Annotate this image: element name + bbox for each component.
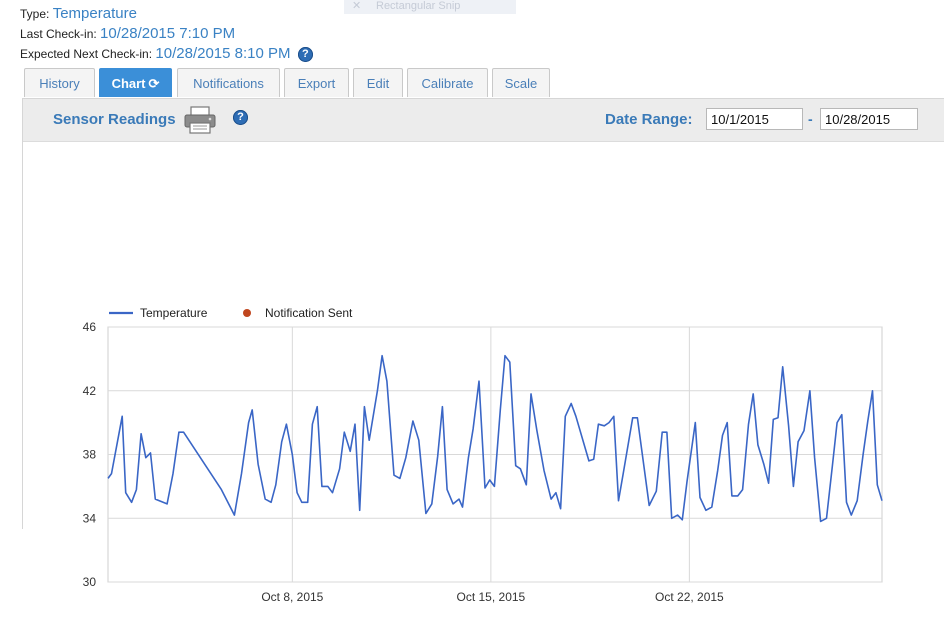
date-range-separator: - <box>808 111 813 127</box>
date-range-label: Date Range: <box>605 111 693 128</box>
x-tick-label: Oct 8, 2015 <box>261 590 323 604</box>
next-checkin-value: 10/28/2015 8:10 PM <box>155 45 291 62</box>
y-tick-label: 34 <box>83 511 97 525</box>
tab-scale-label: Scale <box>504 76 538 91</box>
last-checkin-row: Last Check-in: 10/28/2015 7:10 PM <box>20 24 313 44</box>
printer-icon[interactable] <box>183 105 217 135</box>
snip-close-icon: ✕ <box>352 0 362 12</box>
y-tick-label: 38 <box>83 448 97 462</box>
tab-calibrate-label: Calibrate <box>421 76 474 91</box>
tab-calibrate[interactable]: Calibrate <box>407 68 488 97</box>
date-from-input[interactable] <box>706 108 803 130</box>
help-icon[interactable]: ? <box>297 47 313 62</box>
legend-temperature-label: Temperature <box>140 306 208 320</box>
next-checkin-row: Expected Next Check-in: 10/28/2015 8:10 … <box>20 44 313 64</box>
x-tick-label: Oct 22, 2015 <box>655 590 724 604</box>
x-tick-label: Oct 15, 2015 <box>457 590 526 604</box>
refresh-icon[interactable]: ⟳ <box>149 76 160 91</box>
panel-header: Sensor Readings ? Date Range: - <box>23 99 944 142</box>
chart-panel: Sensor Readings ? Date Range: - 30 34 38 42… <box>22 98 944 604</box>
y-tick-label: 42 <box>83 384 97 398</box>
snip-label: Rectangular Snip <box>376 0 461 12</box>
tab-edit[interactable]: Edit <box>353 68 403 97</box>
tab-edit-label: Edit <box>366 76 390 91</box>
tab-history[interactable]: History <box>24 68 95 97</box>
tab-history-label: History <box>39 76 80 91</box>
sensor-type-value: Temperature <box>52 5 137 22</box>
legend-notification-swatch <box>243 309 251 317</box>
sensor-type-label: Type: <box>20 7 50 21</box>
last-checkin-value: 10/28/2015 7:10 PM <box>100 25 236 42</box>
tab-notifications-label: Notifications <box>193 76 264 91</box>
panel-title: Sensor Readings <box>53 111 176 128</box>
last-checkin-label: Last Check-in: <box>20 27 97 41</box>
sensor-type-row: Type: Temperature <box>20 4 313 24</box>
tab-notifications[interactable]: Notifications <box>177 68 280 97</box>
next-checkin-label: Expected Next Check-in: <box>20 47 153 61</box>
y-tick-label: 46 <box>83 320 97 334</box>
tab-scale[interactable]: Scale <box>492 68 550 97</box>
legend-notification-label: Notification Sent <box>265 306 353 320</box>
snipping-tool-overlay: ✕ Rectangular Snip <box>344 0 516 14</box>
temperature-chart: 30 34 38 42 46 Oct 8, 2015 Oct 15, 2015 Oct 22,… <box>83 306 883 604</box>
date-to-input[interactable] <box>820 108 918 130</box>
tab-export[interactable]: Export <box>284 68 349 97</box>
sensor-info: Type: Temperature Last Check-in: 10/28/2… <box>20 4 313 64</box>
tab-export-label: Export <box>297 76 336 91</box>
tab-chart-label: Chart <box>111 76 146 91</box>
tab-chart[interactable]: Chart ⟳ <box>99 68 172 97</box>
y-tick-label: 30 <box>83 575 97 589</box>
help-icon[interactable]: ? <box>233 110 248 125</box>
